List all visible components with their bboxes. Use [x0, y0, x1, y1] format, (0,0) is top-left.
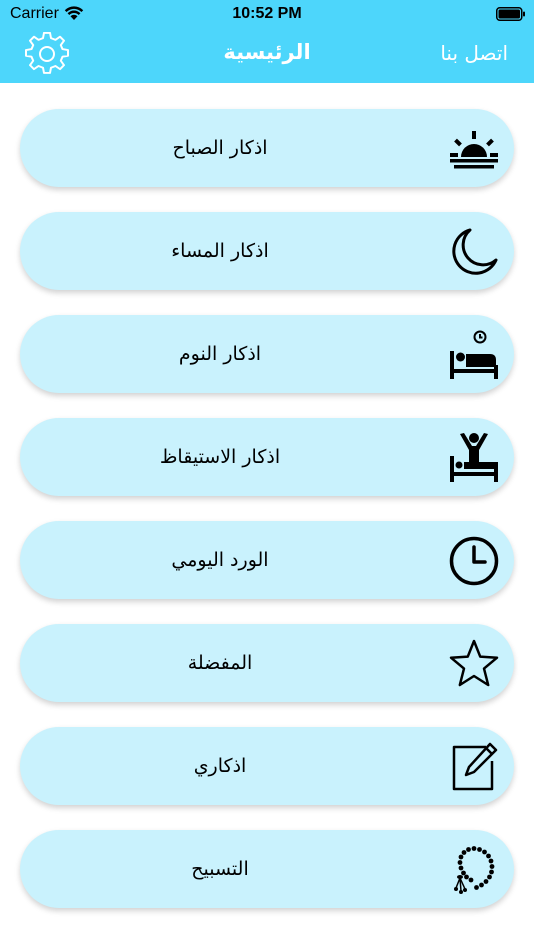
- menu-item-label: الورد اليومي: [171, 549, 269, 571]
- menu-item-evening-adhkar[interactable]: اذكار المساء: [20, 212, 514, 290]
- edit-note-icon: [448, 741, 500, 793]
- menu-item-label: اذكار النوم: [178, 343, 262, 365]
- status-time: 10:52 PM: [232, 5, 302, 22]
- waking-up-icon: [448, 432, 500, 484]
- nav-bar: الرئيسية اتصل بنا: [0, 28, 534, 83]
- menu-item-sleep-adhkar[interactable]: اذكار النوم: [20, 315, 514, 393]
- menu-item-daily-wird[interactable]: الورد اليومي: [20, 521, 514, 599]
- prayer-beads-icon: [448, 844, 500, 896]
- sunrise-icon: [448, 123, 500, 175]
- header: Carrier 10:52 PM الرئيسية اتصل بنا: [0, 0, 534, 83]
- menu-item-label: التسبيح: [191, 858, 249, 880]
- status-bar: Carrier 10:52 PM: [0, 0, 534, 28]
- star-icon: [448, 638, 500, 690]
- menu-item-tasbih[interactable]: التسبيح: [20, 830, 514, 908]
- moon-icon: [448, 226, 500, 278]
- clock-icon: [448, 535, 500, 587]
- menu-item-favorites[interactable]: المفضلة: [20, 624, 514, 702]
- sleeping-bed-icon: [448, 329, 500, 381]
- battery-icon: [496, 6, 526, 21]
- menu-item-label: اذكاري: [193, 755, 247, 777]
- menu-item-label: اذكار الصباح: [172, 137, 268, 159]
- menu-item-morning-adhkar[interactable]: اذكار الصباح: [20, 109, 514, 187]
- menu-item-waking-adhkar[interactable]: اذكار الاستيقاظ: [20, 418, 514, 496]
- contact-us-button[interactable]: اتصل بنا: [440, 41, 508, 65]
- menu-item-label: اذكار الاستيقاظ: [159, 446, 281, 468]
- menu-item-label: اذكار المساء: [171, 240, 269, 262]
- menu-item-my-adhkar[interactable]: اذكاري: [20, 727, 514, 805]
- menu-item-label: المفضلة: [187, 652, 253, 674]
